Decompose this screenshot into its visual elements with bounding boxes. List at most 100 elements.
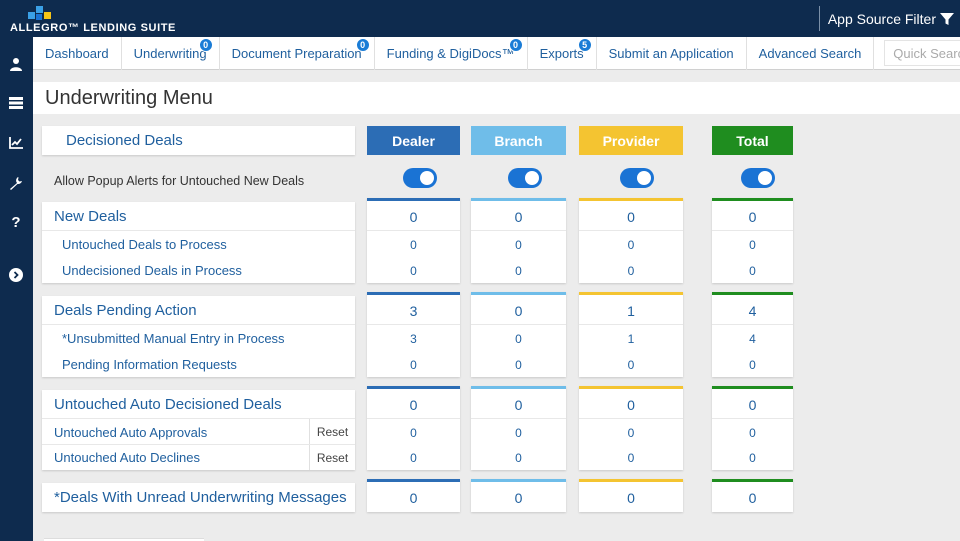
cell-value[interactable]: 0 [471, 451, 566, 465]
auto-declines-label[interactable]: Untouched Auto Declines [54, 450, 200, 465]
reset-auto-declines-button[interactable]: Reset [309, 445, 355, 470]
user-icon[interactable] [7, 55, 25, 73]
cell-value[interactable]: 1 [579, 332, 683, 346]
cell-value[interactable]: 3 [367, 332, 460, 346]
nav-label: Exports [539, 45, 584, 61]
reset-auto-approvals-button[interactable]: Reset [309, 419, 355, 444]
cell-value[interactable]: 0 [367, 264, 460, 278]
messages-provider-count[interactable]: 0 [579, 490, 683, 506]
cell-value[interactable]: 0 [367, 358, 460, 372]
total-column-header: Total [712, 126, 793, 155]
messages-dealer-values: 0 [367, 479, 460, 512]
pending-dealer-count[interactable]: 3 [367, 303, 460, 319]
left-sidebar: ? [0, 37, 33, 541]
nav-advanced-search[interactable]: Advanced Search [747, 36, 875, 70]
messages-branch-values: 0 [471, 479, 566, 512]
nav-funding-digidocs[interactable]: Funding & DigiDocs™ 0 [375, 36, 528, 70]
cell-value[interactable]: 0 [579, 264, 683, 278]
cell-value[interactable]: 0 [579, 238, 683, 252]
cell-value[interactable]: 0 [367, 451, 460, 465]
logo-text: ALLEGRO™ LENDING SUITE [10, 22, 176, 34]
allegro-logo[interactable]: ALLEGRO™ LENDING SUITE [6, 4, 216, 34]
auto-decisioned-panel: Untouched Auto Decisioned Deals Untouche… [42, 390, 355, 470]
pending-action-panel: Deals Pending Action *Unsubmitted Manual… [42, 296, 355, 377]
quick-search-input[interactable] [884, 40, 960, 66]
new-deals-branch-count[interactable]: 0 [471, 209, 566, 225]
pending-provider-count[interactable]: 1 [579, 303, 683, 319]
provider-popup-toggle[interactable] [620, 168, 654, 188]
nav-underwriting[interactable]: Underwriting 0 [122, 36, 220, 70]
pending-total-values: 4 4 0 [712, 292, 793, 377]
undecisioned-deals-label[interactable]: Undecisioned Deals in Process [62, 263, 242, 278]
branch-column-header: Branch [471, 126, 566, 155]
messages-total-count[interactable]: 0 [712, 490, 793, 506]
new-deals-dealer-count[interactable]: 0 [367, 209, 460, 225]
cell-value[interactable]: 0 [471, 264, 566, 278]
auto-branch-count[interactable]: 0 [471, 397, 566, 413]
help-icon[interactable]: ? [7, 213, 25, 231]
pending-action-label[interactable]: Deals Pending Action [54, 302, 197, 319]
popup-alerts-label: Allow Popup Alerts for Untouched New Dea… [54, 174, 305, 188]
unread-messages-label[interactable]: *Deals With Unread Underwriting Messages [54, 489, 347, 506]
auto-dealer-count[interactable]: 0 [367, 397, 460, 413]
auto-total-count[interactable]: 0 [712, 397, 793, 413]
page-title: Underwriting Menu [45, 87, 213, 109]
decisioned-deals-label: Decisioned Deals [66, 132, 183, 149]
cell-value[interactable]: 0 [367, 426, 460, 440]
nav-label: Funding & DigiDocs™ [386, 45, 515, 61]
pending-branch-count[interactable]: 0 [471, 303, 566, 319]
cell-value[interactable]: 0 [579, 358, 683, 372]
cell-value[interactable]: 0 [579, 426, 683, 440]
pending-dealer-values: 3 3 0 [367, 292, 460, 377]
auto-branch-values: 0 0 0 [471, 386, 566, 470]
auto-decisioned-label[interactable]: Untouched Auto Decisioned Deals [54, 396, 282, 413]
pending-info-requests-label[interactable]: Pending Information Requests [62, 357, 237, 372]
cell-value[interactable]: 0 [471, 358, 566, 372]
cell-value[interactable]: 0 [712, 238, 793, 252]
cell-value[interactable]: 0 [712, 264, 793, 278]
cell-value[interactable]: 0 [712, 358, 793, 372]
branch-popup-toggle[interactable] [508, 168, 542, 188]
cell-value[interactable]: 0 [471, 426, 566, 440]
list-icon[interactable] [7, 94, 25, 112]
cell-value[interactable]: 0 [471, 332, 566, 346]
nav-exports[interactable]: Exports 5 [528, 36, 597, 70]
dealer-popup-toggle[interactable] [403, 168, 437, 188]
new-deals-total-count[interactable]: 0 [712, 209, 793, 225]
pending-total-count[interactable]: 4 [712, 303, 793, 319]
auto-total-values: 0 0 0 [712, 386, 793, 470]
unread-messages-panel: *Deals With Unread Underwriting Messages [42, 483, 355, 512]
wrench-icon[interactable] [7, 174, 25, 192]
auto-approvals-label[interactable]: Untouched Auto Approvals [54, 425, 207, 440]
cell-value[interactable]: 0 [712, 451, 793, 465]
new-deals-provider-count[interactable]: 0 [579, 209, 683, 225]
nav-label: Underwriting [133, 45, 207, 61]
nav-submit-application[interactable]: Submit an Application [597, 36, 747, 70]
provider-column-header: Provider [579, 126, 683, 155]
nav-dashboard[interactable]: Dashboard [33, 36, 122, 70]
app-source-filter-label: App Source Filter [827, 10, 936, 27]
total-popup-toggle[interactable] [741, 168, 775, 188]
messages-branch-count[interactable]: 0 [471, 490, 566, 506]
new-deals-label[interactable]: New Deals [54, 208, 127, 225]
page-title-bar: Underwriting Menu [33, 82, 960, 114]
count-badge: 0 [198, 37, 213, 52]
unsubmitted-manual-label[interactable]: *Unsubmitted Manual Entry in Process [62, 331, 285, 346]
untouched-deals-label[interactable]: Untouched Deals to Process [62, 237, 227, 252]
chevron-right-circle-icon[interactable] [7, 266, 25, 284]
auto-dealer-values: 0 0 0 [367, 386, 460, 470]
cell-value[interactable]: 4 [712, 332, 793, 346]
cell-value[interactable]: 0 [367, 238, 460, 252]
app-source-filter-button[interactable]: App Source Filter [818, 6, 960, 31]
chart-icon[interactable] [7, 134, 25, 152]
nav-document-preparation[interactable]: Document Preparation 0 [220, 36, 375, 70]
cell-value[interactable]: 0 [579, 451, 683, 465]
cell-value[interactable]: 0 [471, 238, 566, 252]
top-header: ALLEGRO™ LENDING SUITE App Source Filter [0, 0, 960, 37]
auto-provider-count[interactable]: 0 [579, 397, 683, 413]
messages-dealer-count[interactable]: 0 [367, 490, 460, 506]
count-badge: 5 [577, 37, 592, 52]
cell-value[interactable]: 0 [712, 426, 793, 440]
nav-label: Advanced Search [758, 45, 862, 61]
nav-label: Submit an Application [608, 45, 734, 61]
